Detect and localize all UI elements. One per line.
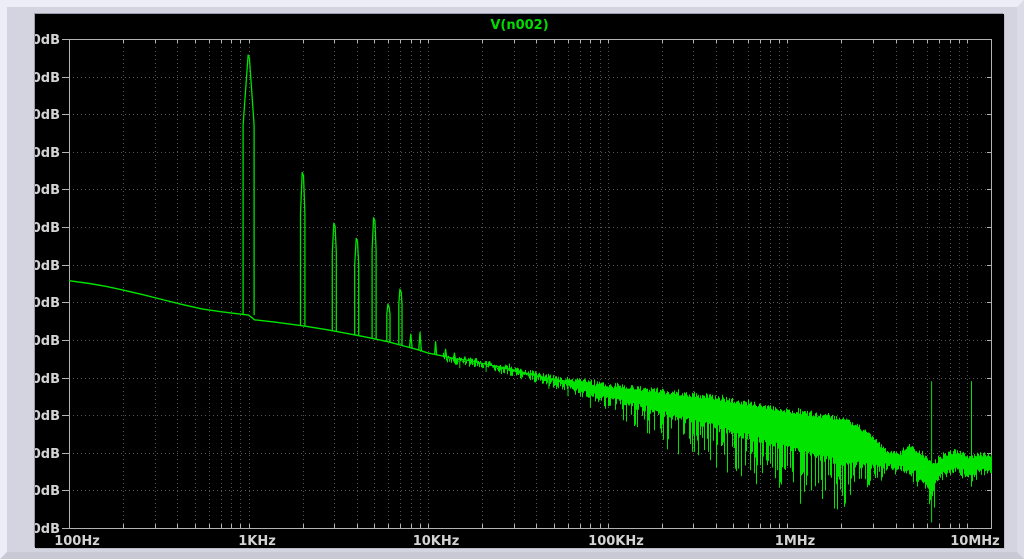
x-tick-label: 1KHz (238, 534, 276, 548)
y-tick-label: -220dB (35, 484, 60, 499)
x-tick-label: 100Hz (54, 534, 100, 548)
plot-panel[interactable]: V(n002) 20dB0dB-20dB-40dB-60dB-80dB-100d… (35, 14, 1004, 548)
x-axis-labels[interactable]: 100Hz 1KHz 10KHz 100KHz 1MHz 10MHz (54, 534, 1000, 548)
plot-area[interactable]: 20dB 0dB -20dB -40dB -60dB -80dB -100dB -120dB -… (35, 14, 1004, 548)
fft-trace-noise-band (442, 352, 992, 510)
x-tick-label: 10KHz (413, 534, 460, 548)
y-tick-label: -60dB (35, 183, 60, 198)
y-tick-label: -20dB (35, 108, 60, 123)
x-tick-label: 10MHz (950, 534, 999, 548)
y-axis-labels[interactable]: 20dB 0dB -20dB -40dB -60dB -80dB -100dB -120dB -… (35, 33, 60, 537)
y-tick-label: -140dB (35, 334, 60, 349)
y-tick-label: -40dB (35, 146, 60, 161)
y-tick-label: 0dB (35, 71, 60, 86)
y-tick-label: -180dB (35, 409, 60, 424)
y-tick-label: -80dB (35, 221, 60, 236)
fft-trace-peaks (242, 54, 542, 377)
x-tick-label: 1MHz (775, 534, 815, 548)
x-tick-label: 100KHz (588, 534, 644, 548)
y-tick-label: -100dB (35, 259, 60, 274)
plot-window-frame: V(n002) 20dB0dB-20dB-40dB-60dB-80dB-100d… (0, 0, 1024, 559)
y-tick-label: 20dB (35, 33, 60, 48)
y-tick-label: -160dB (35, 372, 60, 387)
y-tick-label: -200dB (35, 447, 60, 462)
y-tick-label: -120dB (35, 296, 60, 311)
